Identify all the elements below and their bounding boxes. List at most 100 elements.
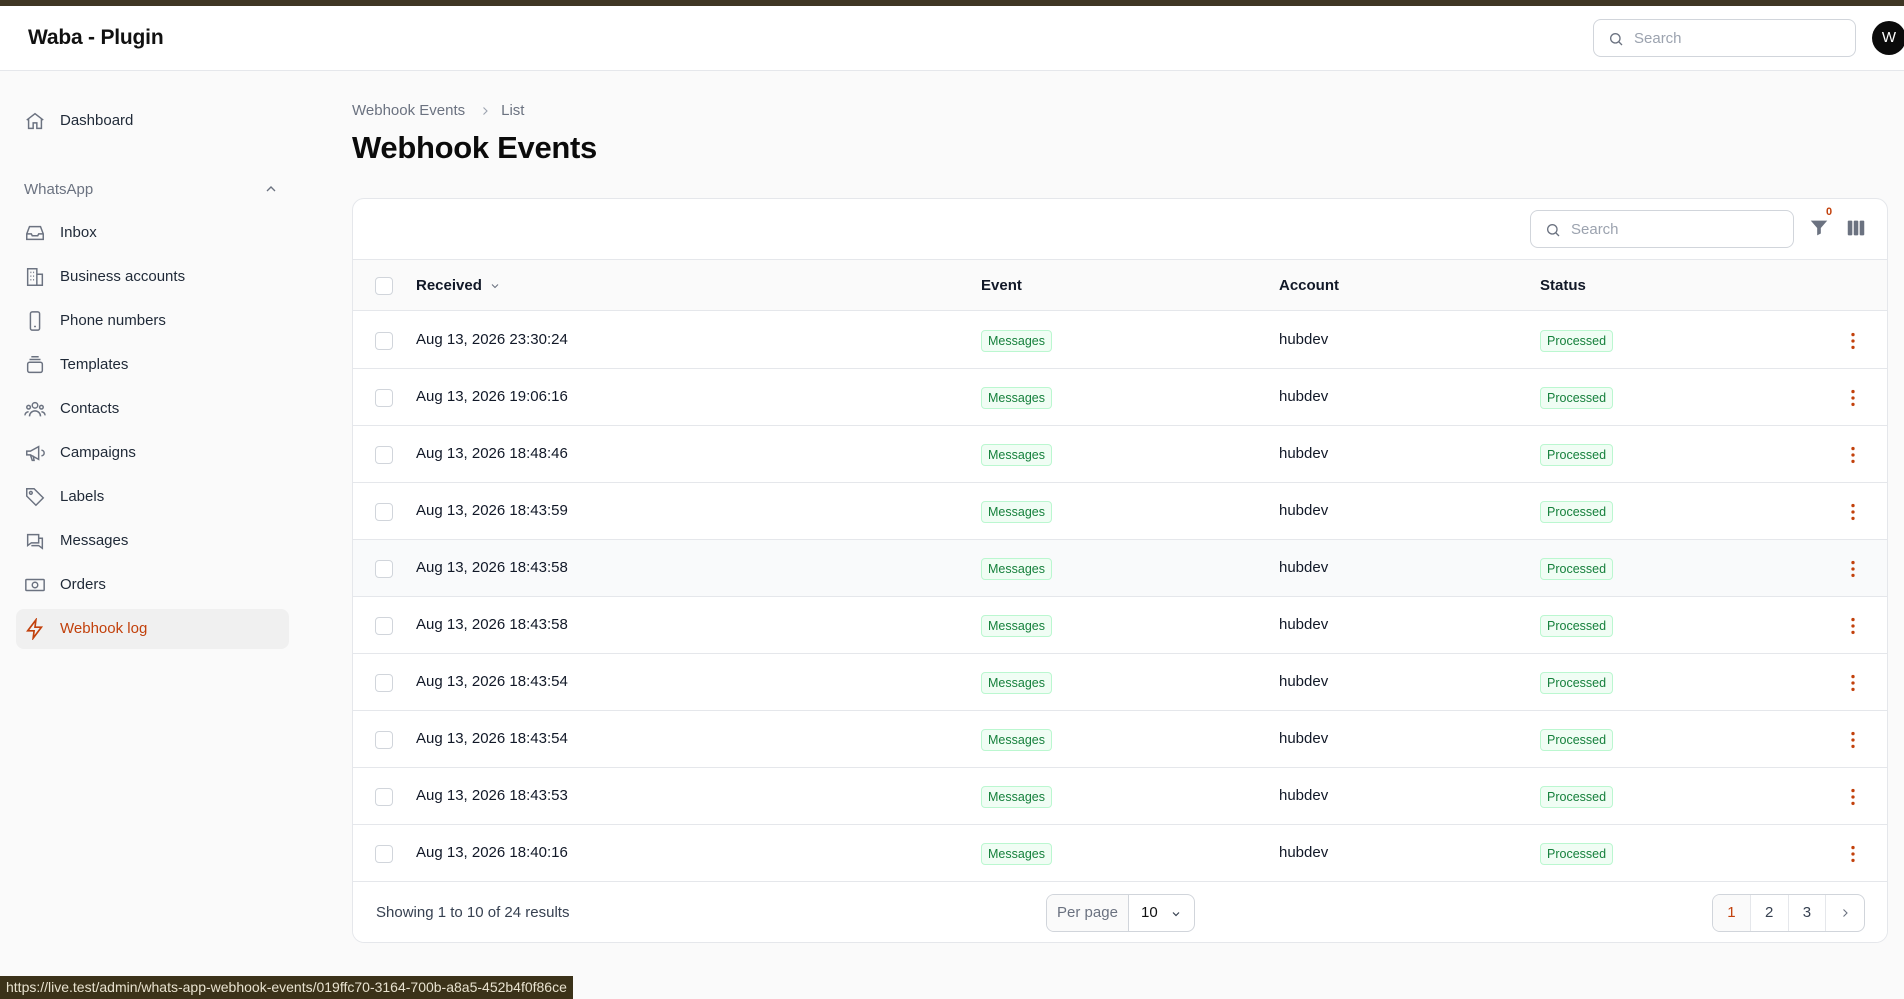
filter-icon[interactable] [1808, 217, 1830, 239]
event-badge: Messages [981, 786, 1052, 808]
sidebar-item-label: Campaigns [60, 444, 136, 461]
results-summary: Showing 1 to 10 of 24 results [376, 904, 570, 921]
chevron-down-icon [491, 283, 499, 288]
webhook-events-table-card: 0 Received Event Account Status Aug 13, … [352, 198, 1888, 943]
row-checkbox[interactable] [375, 674, 393, 692]
sidebar-item-label: Webhook log [60, 620, 148, 637]
page-title: Webhook Events [352, 130, 597, 165]
breadcrumb-parent-link[interactable]: Webhook Events [352, 102, 465, 119]
row-checkbox[interactable] [375, 731, 393, 749]
table-row[interactable]: Aug 13, 2026 18:43:53 Messages hubdev Pr… [353, 768, 1887, 825]
sidebar-item-inbox[interactable]: Inbox [16, 213, 289, 253]
search-icon [1610, 33, 1623, 46]
per-page-select[interactable]: Per page 10 [1046, 894, 1195, 932]
row-checkbox[interactable] [375, 446, 393, 464]
sidebar-item-messages[interactable]: Messages [16, 521, 289, 561]
account-cell: hubdev [1279, 730, 1329, 747]
account-cell: hubdev [1279, 787, 1329, 804]
top-bar: Waba - Plugin W [0, 6, 1904, 71]
breadcrumb: Webhook Events List [352, 102, 524, 119]
chevron-down-icon [1172, 912, 1180, 917]
more-vertical-icon[interactable] [1842, 786, 1864, 808]
inbox-icon [26, 225, 44, 241]
table-row[interactable]: Aug 13, 2026 18:43:59 Messages hubdev Pr… [353, 483, 1887, 540]
table-row[interactable]: Aug 13, 2026 23:30:24 Messages hubdev Pr… [353, 312, 1887, 369]
table-row[interactable]: Aug 13, 2026 18:40:16 Messages hubdev Pr… [353, 825, 1887, 882]
chevron-up-icon[interactable] [263, 181, 279, 197]
more-vertical-icon[interactable] [1842, 501, 1864, 523]
sidebar-item-campaigns[interactable]: Campaigns [16, 433, 289, 473]
row-checkbox[interactable] [375, 788, 393, 806]
sidebar-item-contacts[interactable]: Contacts [16, 389, 289, 429]
status-badge: Processed [1540, 558, 1614, 580]
table-row[interactable]: Aug 13, 2026 19:06:16 Messages hubdev Pr… [353, 369, 1887, 426]
sidebar-item-labels[interactable]: Labels [16, 477, 289, 517]
row-checkbox[interactable] [375, 503, 393, 521]
status-badge: Processed [1540, 786, 1614, 808]
link-preview-url: https://live.test/admin/whats-app-webhoo… [0, 976, 573, 999]
row-checkbox[interactable] [375, 617, 393, 635]
sidebar-item-phone-numbers[interactable]: Phone numbers [16, 301, 289, 341]
more-vertical-icon[interactable] [1842, 444, 1864, 466]
per-page-label: Per page [1047, 895, 1129, 931]
table-row[interactable]: Aug 13, 2026 18:48:46 Messages hubdev Pr… [353, 426, 1887, 483]
tag-icon [26, 488, 45, 507]
more-vertical-icon[interactable] [1842, 843, 1864, 865]
status-badge: Processed [1540, 387, 1614, 409]
sidebar-item-dashboard[interactable]: Dashboard [16, 101, 289, 141]
more-vertical-icon[interactable] [1842, 729, 1864, 751]
row-checkbox[interactable] [375, 560, 393, 578]
global-search-input[interactable] [1634, 20, 1844, 56]
bolt-icon [26, 618, 44, 640]
table-row[interactable]: Aug 13, 2026 18:43:54 Messages hubdev Pr… [353, 711, 1887, 768]
sidebar-item-templates[interactable]: Templates [16, 345, 289, 385]
sidebar-item-label: Contacts [60, 400, 120, 417]
page-button-1[interactable]: 1 [1713, 895, 1751, 931]
row-checkbox[interactable] [375, 845, 393, 863]
status-badge: Processed [1540, 330, 1614, 352]
filter-count-badge: 0 [1826, 206, 1833, 218]
event-badge: Messages [981, 672, 1052, 694]
page-button-3[interactable]: 3 [1789, 895, 1827, 931]
more-vertical-icon[interactable] [1842, 387, 1864, 409]
sidebar-item-label: Inbox [60, 224, 97, 241]
select-all-checkbox[interactable] [375, 277, 393, 295]
per-page-value[interactable]: 10 [1129, 895, 1194, 931]
global-search[interactable] [1593, 19, 1856, 57]
more-vertical-icon[interactable] [1842, 330, 1864, 352]
event-badge: Messages [981, 330, 1052, 352]
banknote-icon [25, 578, 45, 592]
more-vertical-icon[interactable] [1842, 615, 1864, 637]
more-vertical-icon[interactable] [1842, 672, 1864, 694]
sidebar-item-webhook-log[interactable]: Webhook log [16, 609, 289, 649]
page-button-2[interactable]: 2 [1751, 895, 1789, 931]
table-search-input[interactable] [1571, 211, 1781, 247]
account-cell: hubdev [1279, 844, 1329, 861]
users-icon [24, 401, 46, 417]
column-event: Event [981, 277, 1022, 294]
sidebar-group-whatsapp[interactable]: WhatsApp [24, 181, 93, 198]
column-account: Account [1279, 277, 1339, 294]
columns-icon[interactable] [1845, 217, 1867, 239]
received-cell: Aug 13, 2026 18:43:58 [416, 616, 568, 633]
table-row[interactable]: Aug 13, 2026 18:43:58 Messages hubdev Pr… [353, 597, 1887, 654]
avatar[interactable]: W [1872, 21, 1904, 55]
sidebar-item-label: Orders [60, 576, 106, 593]
sidebar-item-orders[interactable]: Orders [16, 565, 289, 605]
column-received[interactable]: Received [416, 277, 501, 294]
row-checkbox[interactable] [375, 332, 393, 350]
phone-icon [29, 311, 41, 331]
row-checkbox[interactable] [375, 389, 393, 407]
event-badge: Messages [981, 729, 1052, 751]
table-search[interactable] [1530, 210, 1794, 248]
more-vertical-icon[interactable] [1842, 558, 1864, 580]
next-page-button[interactable] [1826, 895, 1864, 931]
sidebar-item-business-accounts[interactable]: Business accounts [16, 257, 289, 297]
account-cell: hubdev [1279, 559, 1329, 576]
status-badge: Processed [1540, 615, 1614, 637]
table-row[interactable]: Aug 13, 2026 18:43:54 Messages hubdev Pr… [353, 654, 1887, 711]
table-row[interactable]: Aug 13, 2026 18:43:58 Messages hubdev Pr… [353, 540, 1887, 597]
event-badge: Messages [981, 843, 1052, 865]
account-cell: hubdev [1279, 331, 1329, 348]
event-badge: Messages [981, 444, 1052, 466]
